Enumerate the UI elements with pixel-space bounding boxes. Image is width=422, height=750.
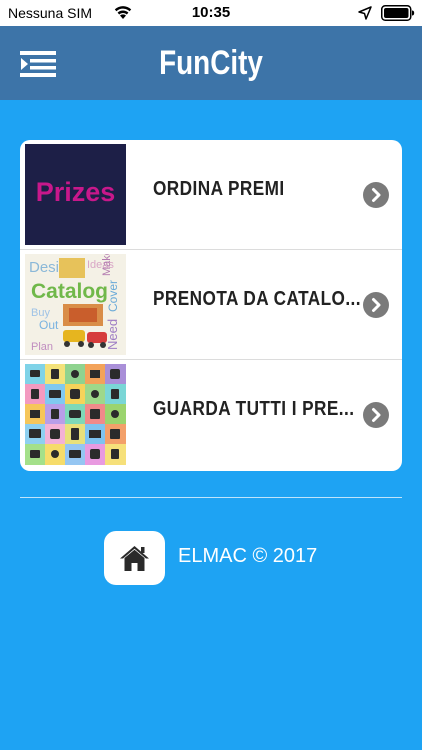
catalog-thumbnail: Design Ideas Make Catalog Cover Buy Out … — [25, 254, 126, 355]
svg-text:Out: Out — [39, 318, 59, 332]
menu-item-ordina-premi[interactable]: Prizes ORDINA PREMI — [20, 140, 402, 250]
battery-icon — [381, 5, 415, 24]
catalog-thumb-text: Catalog — [31, 280, 108, 303]
menu-item-prenota-catalogo[interactable]: Design Ideas Make Catalog Cover Buy Out … — [20, 250, 402, 360]
menu-item-guarda-tutti[interactable]: GUARDA TUTTI I PRE... — [20, 360, 402, 470]
status-bar: Nessuna SIM 10:35 — [0, 0, 422, 26]
location-arrow-icon — [358, 6, 372, 23]
menu-item-label: GUARDA TUTTI I PRE... — [153, 398, 355, 420]
prizes-thumb-text: Prizes — [36, 177, 116, 207]
products-grid-thumbnail — [25, 364, 126, 465]
chevron-right-icon — [363, 182, 389, 208]
svg-text:Plan: Plan — [31, 341, 53, 353]
chevron-right-icon — [363, 402, 389, 428]
menu-card: Prizes ORDINA PREMI Design Ideas Make Ca… — [20, 140, 402, 471]
prizes-thumbnail: Prizes — [25, 144, 126, 245]
chevron-right-icon — [363, 292, 389, 318]
svg-text:Need: Need — [105, 319, 120, 350]
nav-bar: FunCity — [0, 26, 422, 100]
svg-text:Make: Make — [101, 254, 113, 276]
svg-text:Cover: Cover — [106, 280, 120, 312]
home-button[interactable] — [104, 531, 165, 585]
home-icon — [120, 546, 149, 571]
app-title: FunCity — [159, 44, 263, 82]
menu-item-label: ORDINA PREMI — [153, 178, 285, 200]
footer-copyright: ELMAC © 2017 — [178, 545, 318, 567]
menu-item-label: PRENOTA DA CATALO... — [153, 288, 361, 310]
section-divider — [20, 497, 402, 498]
